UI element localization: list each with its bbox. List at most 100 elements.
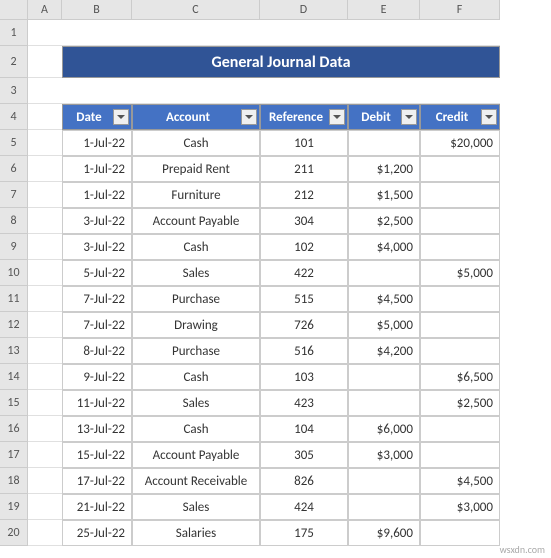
row-header-1[interactable]: 1 [0,20,28,46]
cell-reference[interactable]: 175 [260,520,348,546]
cell-credit[interactable]: $2,500 [420,390,500,416]
cell-credit[interactable] [420,208,500,234]
row-header-15[interactable]: 15 [0,390,28,416]
cell-reference[interactable]: 515 [260,286,348,312]
cell-debit[interactable] [348,468,420,494]
row-header-17[interactable]: 17 [0,442,28,468]
row-header-11[interactable]: 11 [0,286,28,312]
cell-A4[interactable] [28,104,62,130]
cell-empty[interactable] [420,20,500,46]
cell-credit[interactable] [420,156,500,182]
cell-A18[interactable] [28,468,62,494]
row-header-19[interactable]: 19 [0,494,28,520]
cell-date[interactable]: 17-Jul-22 [62,468,132,494]
cell-account[interactable]: Furniture [132,182,260,208]
cell-reference[interactable]: 211 [260,156,348,182]
col-header-C[interactable]: C [132,0,260,20]
cell-debit[interactable]: $4,000 [348,234,420,260]
row-header-7[interactable]: 7 [0,182,28,208]
cell-reference[interactable]: 422 [260,260,348,286]
table-header-debit[interactable]: Debit [348,104,420,130]
cell-debit[interactable]: $4,500 [348,286,420,312]
cell-A10[interactable] [28,260,62,286]
cell-A17[interactable] [28,442,62,468]
cell-A19[interactable] [28,494,62,520]
cell-A8[interactable] [28,208,62,234]
cell-account[interactable]: Purchase [132,338,260,364]
cell-reference[interactable]: 726 [260,312,348,338]
cell-A16[interactable] [28,416,62,442]
row-header-2[interactable]: 2 [0,46,28,78]
cell-reference[interactable]: 305 [260,442,348,468]
cell-reference[interactable]: 103 [260,364,348,390]
row-header-18[interactable]: 18 [0,468,28,494]
row-header-12[interactable]: 12 [0,312,28,338]
cell-debit[interactable]: $2,500 [348,208,420,234]
cell-credit[interactable]: $4,500 [420,468,500,494]
cell-A13[interactable] [28,338,62,364]
cell-credit[interactable] [420,312,500,338]
table-header-date[interactable]: Date [62,104,132,130]
cell-account[interactable]: Cash [132,130,260,156]
cell-A20[interactable] [28,520,62,546]
cell-account[interactable]: Sales [132,494,260,520]
cell-debit[interactable] [348,390,420,416]
row-header-20[interactable]: 20 [0,520,28,546]
table-header-credit[interactable]: Credit [420,104,500,130]
cell-empty[interactable] [420,78,500,104]
cell-A2[interactable] [28,46,62,78]
cell-debit[interactable] [348,130,420,156]
cell-account[interactable]: Drawing [132,312,260,338]
col-header-B[interactable]: B [62,0,132,20]
cell-date[interactable]: 15-Jul-22 [62,442,132,468]
cell-empty[interactable] [348,20,420,46]
cell-A11[interactable] [28,286,62,312]
col-header-D[interactable]: D [260,0,348,20]
cell-credit[interactable] [420,286,500,312]
row-header-4[interactable]: 4 [0,104,28,130]
select-all-corner[interactable] [0,0,28,20]
cell-A5[interactable] [28,130,62,156]
cell-empty[interactable] [28,78,62,104]
cell-debit[interactable] [348,364,420,390]
cell-A7[interactable] [28,182,62,208]
filter-button-debit[interactable] [401,109,417,125]
cell-empty[interactable] [62,20,132,46]
cell-reference[interactable]: 102 [260,234,348,260]
cell-empty[interactable] [28,20,62,46]
cell-reference[interactable]: 304 [260,208,348,234]
title-cell[interactable]: General Journal Data [62,46,500,78]
cell-credit[interactable] [420,520,500,546]
cell-date[interactable]: 21-Jul-22 [62,494,132,520]
row-header-14[interactable]: 14 [0,364,28,390]
cell-A6[interactable] [28,156,62,182]
cell-credit[interactable] [420,182,500,208]
row-header-3[interactable]: 3 [0,78,28,104]
cell-account[interactable]: Account Payable [132,442,260,468]
cell-account[interactable]: Account Receivable [132,468,260,494]
col-header-F[interactable]: F [420,0,500,20]
cell-reference[interactable]: 101 [260,130,348,156]
cell-reference[interactable]: 826 [260,468,348,494]
cell-credit[interactable]: $6,500 [420,364,500,390]
col-header-E[interactable]: E [348,0,420,20]
row-header-8[interactable]: 8 [0,208,28,234]
cell-date[interactable]: 1-Jul-22 [62,182,132,208]
cell-reference[interactable]: 424 [260,494,348,520]
filter-button-credit[interactable] [481,109,497,125]
row-header-6[interactable]: 6 [0,156,28,182]
cell-account[interactable]: Purchase [132,286,260,312]
cell-credit[interactable]: $20,000 [420,130,500,156]
table-header-account[interactable]: Account [132,104,260,130]
cell-credit[interactable] [420,338,500,364]
cell-account[interactable]: Sales [132,390,260,416]
filter-button-reference[interactable] [329,109,345,125]
cell-empty[interactable] [62,78,132,104]
cell-date[interactable]: 25-Jul-22 [62,520,132,546]
row-header-9[interactable]: 9 [0,234,28,260]
cell-debit[interactable]: $3,000 [348,442,420,468]
col-header-A[interactable]: A [28,0,62,20]
cell-date[interactable]: 11-Jul-22 [62,390,132,416]
cell-debit[interactable]: $6,000 [348,416,420,442]
cell-debit[interactable]: $1,500 [348,182,420,208]
